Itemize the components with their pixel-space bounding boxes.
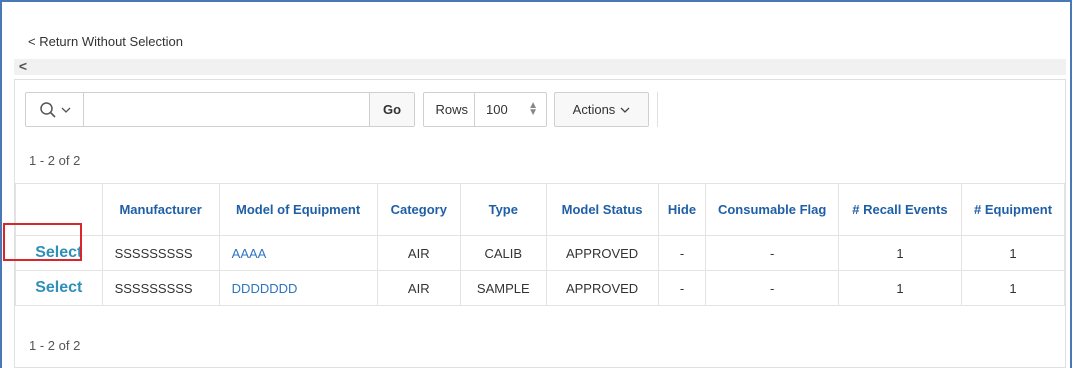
select-link[interactable]: Select [35,244,82,261]
search-icon [39,101,56,118]
table-header-row: Manufacturer Model of Equipment Category… [15,183,1065,236]
category-cell: AIR [376,270,462,306]
type-cell: SAMPLE [460,270,547,306]
toolbar-divider [657,92,658,127]
report-toolbar: Go Rows 100 ▲ ▼ Actions [15,80,1065,142]
search-column-menu[interactable] [26,93,84,126]
manufacturer-cell: SSSSSSSSS [101,235,220,271]
model-link[interactable]: DDDDDDD [232,281,298,296]
table-row: Select SSSSSSSSS AAAA AIR CALIB APPROVED… [15,235,1065,271]
manufacturer-cell: SSSSSSSSS [101,270,220,306]
horizontal-scrollbar[interactable]: < [14,59,1066,75]
equipment-count-cell: 1 [961,235,1065,271]
column-header-model-status[interactable]: Model Status [545,183,659,236]
rows-label: Rows [424,93,475,126]
recall-events-cell: 1 [837,270,963,306]
search-bar: Go [25,92,415,127]
actions-label: Actions [572,102,616,117]
column-header-model[interactable]: Model of Equipment [218,183,378,236]
select-caret-icon: ▲ ▼ [528,100,538,118]
column-header-select [15,183,103,236]
type-cell: CALIB [460,235,547,271]
column-header-recall-events[interactable]: # Recall Events [837,183,963,236]
chevron-down-icon [620,107,630,113]
equipment-count-cell: 1 [961,270,1065,306]
go-button[interactable]: Go [369,93,414,126]
scroll-left-icon[interactable]: < [16,59,30,75]
return-without-selection-link[interactable]: < Return Without Selection [28,34,183,49]
interactive-report: Go Rows 100 ▲ ▼ Actions 1 - 2 of 2 Manufa… [14,79,1066,368]
model-status-cell: APPROVED [545,235,659,271]
rows-select[interactable]: 100 ▲ ▼ [476,93,546,126]
consumable-flag-cell: - [705,270,839,306]
pagination-bottom: 1 - 2 of 2 [29,338,81,353]
hide-cell: - [657,235,707,271]
pagination-top: 1 - 2 of 2 [29,153,81,168]
column-header-category[interactable]: Category [376,183,462,236]
rows-value: 100 [486,102,508,117]
column-header-hide[interactable]: Hide [657,183,707,236]
hide-cell: - [657,270,707,306]
column-header-manufacturer[interactable]: Manufacturer [101,183,220,236]
search-input[interactable] [84,93,354,126]
model-link[interactable]: AAAA [232,246,267,261]
recall-events-cell: 1 [837,235,963,271]
rows-per-page: Rows 100 ▲ ▼ [423,92,547,127]
chevron-down-icon [61,107,70,113]
select-link[interactable]: Select [35,279,82,296]
column-header-equipment[interactable]: # Equipment [961,183,1065,236]
consumable-flag-cell: - [705,235,839,271]
category-cell: AIR [376,235,462,271]
actions-menu-button[interactable]: Actions [554,92,649,127]
model-status-cell: APPROVED [545,270,659,306]
column-header-type[interactable]: Type [460,183,547,236]
report-table: Manufacturer Model of Equipment Category… [15,183,1065,306]
column-header-consumable-flag[interactable]: Consumable Flag [705,183,839,236]
table-row: Select SSSSSSSSS DDDDDDD AIR SAMPLE APPR… [15,270,1065,306]
